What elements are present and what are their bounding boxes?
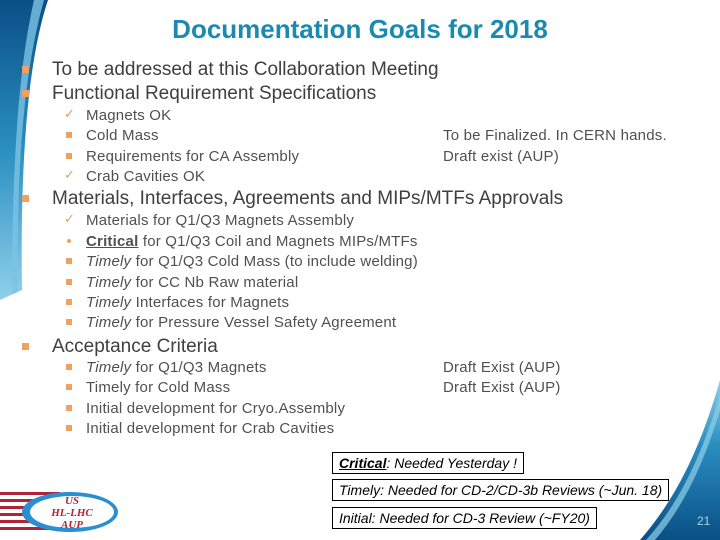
legend-timely: Timely: Needed for CD-2/CD-3b Reviews (~…	[332, 479, 670, 501]
square-bullet-icon	[66, 279, 72, 285]
list-item: Initial development for Crab Cavities	[66, 420, 334, 437]
square-bullet-icon	[66, 364, 72, 370]
section-acceptance-criteria: Acceptance Criteria	[22, 336, 218, 358]
list-item: Initial development for Cryo.Assembly	[66, 400, 345, 417]
page-number: 21	[697, 514, 711, 528]
checkmark-icon: ✓	[64, 211, 76, 226]
svg-text:HL-LHC: HL-LHC	[50, 507, 93, 519]
status-note: To be Finalized. In CERN hands.	[443, 127, 667, 144]
square-bullet-icon	[22, 90, 29, 97]
checkmark-icon: ✓	[64, 167, 76, 182]
list-item: ✓ Magnets OK	[64, 106, 172, 124]
list-item: Timely Interfaces for Magnets	[66, 294, 289, 311]
status-note: Draft Exist (AUP)	[443, 379, 561, 396]
list-item: ✓ Materials for Q1/Q3 Magnets Assembly	[64, 211, 355, 229]
square-bullet-icon	[66, 258, 72, 264]
svg-text:AUP: AUP	[60, 519, 83, 531]
list-item: ✓ Crab Cavities OK	[64, 167, 206, 185]
section-collaboration-meeting: To be addressed at this Collaboration Me…	[22, 59, 439, 81]
list-item: Timely for Cold Mass	[66, 379, 230, 396]
square-bullet-icon	[66, 299, 72, 305]
checkmark-icon: ✓	[64, 106, 76, 121]
list-item: Cold Mass	[66, 127, 159, 144]
dot-bullet-icon	[67, 239, 71, 243]
square-bullet-icon	[66, 425, 72, 431]
list-item: Timely for Pressure Vessel Safety Agreem…	[66, 314, 396, 331]
status-note: Draft exist (AUP)	[443, 148, 559, 165]
list-item: Timely for CC Nb Raw material	[66, 274, 298, 291]
section-materials-approvals: Materials, Interfaces, Agreements and MI…	[22, 188, 563, 210]
legend-initial: Initial: Needed for CD-3 Review (~FY20)	[332, 507, 597, 529]
list-item: Timely for Q1/Q3 Cold Mass (to include w…	[66, 253, 418, 270]
list-item: Requirements for CA Assembly	[66, 148, 299, 165]
square-bullet-icon	[66, 384, 72, 390]
square-bullet-icon	[66, 319, 72, 325]
square-bullet-icon	[66, 153, 72, 159]
square-bullet-icon	[66, 132, 72, 138]
square-bullet-icon	[22, 66, 29, 73]
list-item: Critical for Q1/Q3 Coil and Magnets MIPs…	[67, 233, 418, 250]
slide-title: Documentation Goals for 2018	[172, 14, 548, 44]
legend-critical: Critical: Needed Yesterday !	[332, 452, 524, 474]
svg-text:US: US	[65, 495, 79, 507]
square-bullet-icon	[22, 343, 29, 350]
square-bullet-icon	[66, 405, 72, 411]
status-note: Draft Exist (AUP)	[443, 359, 561, 376]
square-bullet-icon	[22, 195, 29, 202]
list-item: Timely for Q1/Q3 Magnets	[66, 359, 267, 376]
section-functional-requirements: Functional Requirement Specifications	[22, 83, 376, 105]
us-hl-lhc-aup-logo: US HL-LHC AUP	[0, 490, 120, 534]
